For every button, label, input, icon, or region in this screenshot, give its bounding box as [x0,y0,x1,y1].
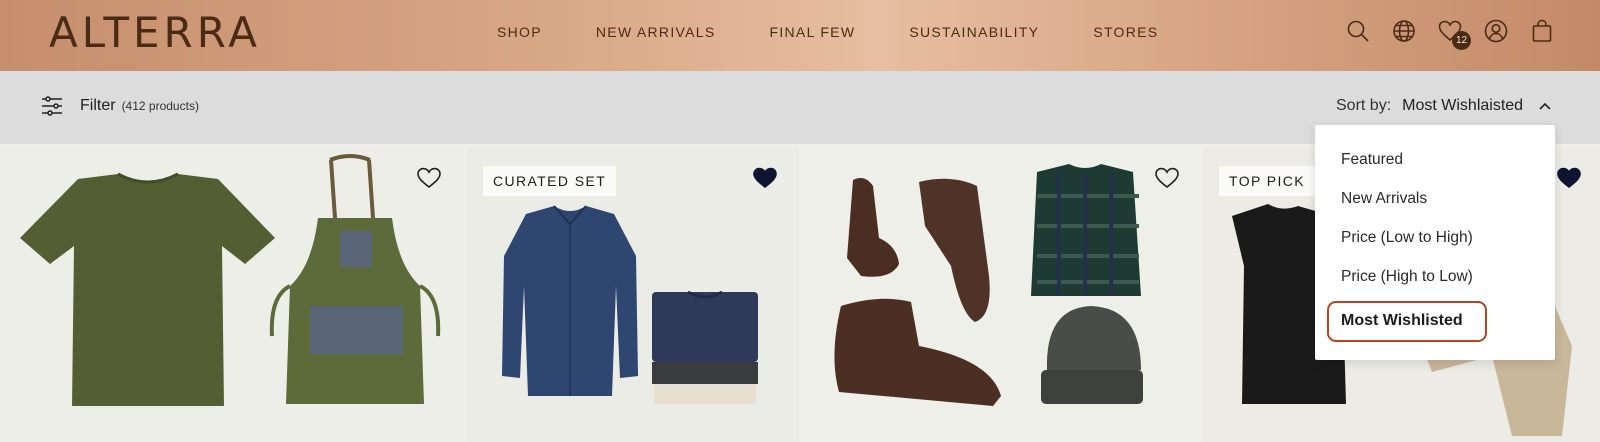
product-card[interactable] [801,146,1200,442]
sort-label: Sort by: [1336,97,1392,114]
wishlist-heart-icon[interactable] [752,166,778,190]
wishlist-heart-icon[interactable] [1154,166,1180,190]
sort-option-new-arrivals[interactable]: New Arrivals [1341,190,1427,208]
product-card[interactable] [0,146,464,442]
site-header: ALTERRA SHOP NEW ARRIVALS FINAL FEW SUST… [0,0,1600,71]
user-icon[interactable] [1483,18,1509,44]
wishlist-heart-icon[interactable] [1556,166,1582,190]
product-tag: TOP PICK [1219,166,1316,196]
plaid-shirt-image [1031,164,1141,296]
nav-final-few[interactable]: FINAL FEW [769,24,855,40]
chevron-up-icon [1539,102,1551,110]
product-image-olive-set [20,154,441,406]
wishlist-count-badge: 12 [1452,31,1471,50]
sort-option-featured[interactable]: Featured [1341,151,1403,169]
sort-dropdown-menu: Featured New Arrivals Price (Low to High… [1315,125,1555,360]
search-icon[interactable] [1345,18,1371,44]
filter-sliders-icon [42,96,62,116]
globe-icon[interactable] [1391,18,1417,44]
brand-logo[interactable]: ALTERRA [49,8,261,57]
nav-sustainability[interactable]: SUSTAINABILITY [909,24,1039,40]
filter-button[interactable]: Filter (412 products) [41,96,199,116]
product-tag: CURATED SET [483,166,617,196]
nav-stores[interactable]: STORES [1093,24,1158,40]
sort-option-label: Most Wishlisted [1341,312,1463,329]
sort-option-most-wishlisted[interactable]: Most Wishlisted [1327,301,1487,342]
product-card[interactable]: CURATED SET [466,146,799,442]
sort-option-price-high-low[interactable]: Price (High to Low) [1341,268,1473,286]
wishlist-heart-icon[interactable] [416,166,442,190]
sort-current-value: Most Wishlaisted [1402,97,1524,114]
product-count: (412 products) [121,99,199,113]
sort-option-price-low-high[interactable]: Price (Low to High) [1341,229,1473,247]
main-nav: SHOP NEW ARRIVALS FINAL FEW SUSTAINABILI… [497,24,1158,40]
product-image-boots-set [834,164,1143,406]
nav-new-arrivals[interactable]: NEW ARRIVALS [596,24,716,40]
filter-label: Filter [80,97,116,114]
heart-icon[interactable]: 12 [1437,18,1471,50]
shopping-bag-icon[interactable] [1529,18,1555,44]
sort-select[interactable]: Sort by: Most Wishlaisted [1336,97,1553,115]
header-actions: 12 [1345,18,1555,50]
nav-shop[interactable]: SHOP [497,24,542,40]
